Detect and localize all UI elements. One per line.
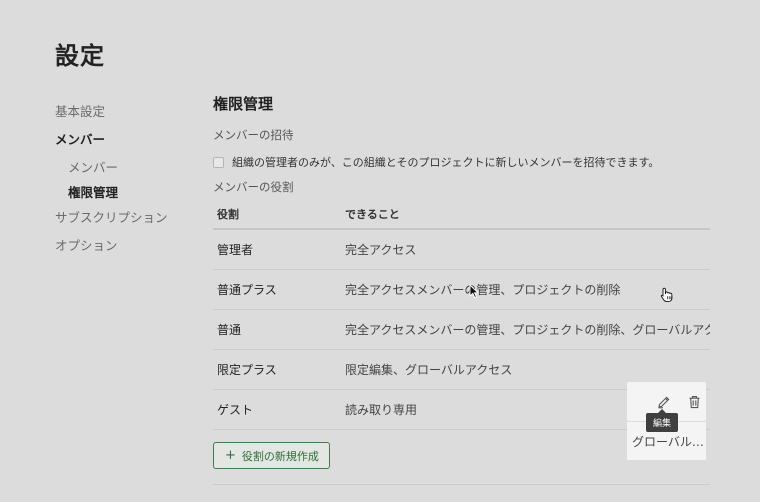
sidebar-item-basic-settings[interactable]: 基本設定: [55, 102, 195, 130]
role-name: 普通: [217, 323, 242, 337]
sidebar-item-members-group[interactable]: メンバー: [55, 130, 195, 158]
admin-only-invite-label[interactable]: 組織の管理者のみが、この組織とそのプロジェクトに新しいメンバーを招待できます。: [232, 154, 659, 170]
sidebar-item-members[interactable]: メンバー: [55, 158, 195, 183]
role-permissions: 完全アクセスメンバーの管理、プロジェクトの削除: [345, 283, 621, 297]
trash-icon[interactable]: [686, 394, 702, 410]
role-name: ゲスト: [217, 403, 254, 417]
section-title: 権限管理: [213, 95, 274, 113]
sidebar-item-permissions[interactable]: 権限管理: [55, 183, 195, 208]
role-permissions: 限定編集、グローバルアクセス: [345, 363, 513, 377]
role-name: 限定プラス: [217, 363, 277, 377]
table-row[interactable]: 普通 完全アクセスメンバーの管理、プロジェクトの削除、グローバルアクセス: [213, 310, 710, 350]
role-permissions: 完全アクセス: [345, 243, 417, 257]
new-role-label: 役割の新規作成: [241, 449, 319, 463]
settings-sidebar: 基本設定 メンバー メンバー 権限管理 サブスクリプション オプション: [55, 102, 195, 264]
column-header-role: 役割: [217, 208, 239, 221]
new-role-button[interactable]: + 役割の新規作成: [213, 442, 330, 469]
roles-heading: メンバーの役割: [213, 180, 294, 194]
page-title: 設定: [55, 42, 105, 70]
plus-icon: +: [225, 448, 236, 463]
table-row[interactable]: 普通プラス 完全アクセスメンバーの管理、プロジェクトの削除: [213, 270, 710, 310]
pencil-icon[interactable]: [656, 394, 672, 410]
roles-table: 役割 できること 管理者 完全アクセス 普通プラス 完全アクセスメンバーの管理、…: [213, 206, 710, 460]
role-permissions: 完全アクセスメンバーの管理、プロジェクトの削除、グローバルアクセス: [345, 323, 710, 337]
edit-tooltip: 編集: [646, 409, 679, 432]
column-header-permissions: できること: [345, 208, 400, 221]
divider: [213, 484, 710, 485]
table-row[interactable]: 管理者 完全アクセス: [213, 230, 710, 270]
role-name: 管理者: [217, 243, 254, 257]
role-name: 普通プラス: [217, 283, 277, 297]
permissions-panel: 権限管理 メンバーの招待 組織の管理者のみが、この組織とそのプロジェクトに新しい…: [213, 92, 710, 469]
sidebar-item-subscription[interactable]: サブスクリプション: [55, 208, 195, 236]
sidebar-item-options[interactable]: オプション: [55, 236, 195, 264]
table-header: 役割 できること: [213, 206, 710, 230]
admin-only-invite-checkbox[interactable]: [213, 156, 224, 168]
invite-setting: 組織の管理者のみが、この組織とそのプロジェクトに新しいメンバーを招待できます。: [213, 146, 710, 178]
